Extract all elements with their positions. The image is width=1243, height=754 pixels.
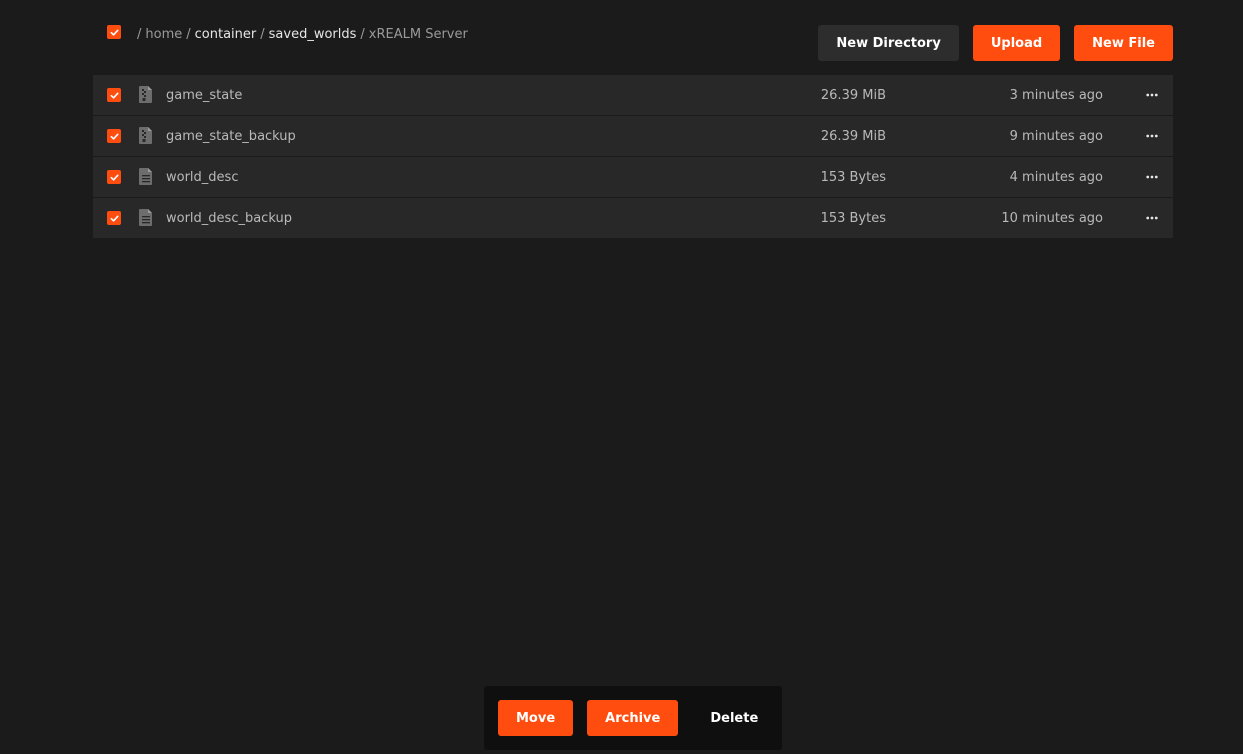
toolbar: New Directory Upload New File	[818, 25, 1173, 61]
file-name[interactable]: game_state	[166, 88, 242, 103]
row-checkbox[interactable]	[107, 170, 121, 184]
file-modified: 10 minutes ago	[1001, 210, 1103, 226]
file-name[interactable]: world_desc	[166, 170, 238, 185]
breadcrumb-separator: /	[360, 27, 365, 42]
breadcrumb-home[interactable]: home	[145, 27, 182, 42]
more-options-icon[interactable]	[1145, 88, 1159, 102]
checkbox-checked[interactable]	[107, 25, 121, 39]
breadcrumb-separator: /	[260, 27, 265, 42]
more-options-icon[interactable]	[1145, 170, 1159, 184]
file-size: 26.39 MiB	[820, 87, 886, 103]
upload-button[interactable]: Upload	[972, 25, 1061, 61]
check-icon	[110, 174, 119, 181]
breadcrumb-separator: /	[186, 27, 191, 42]
file-name[interactable]: world_desc_backup	[166, 211, 292, 226]
file-size: 26.39 MiB	[820, 128, 886, 144]
bulk-actions-bar: Move Archive Delete	[484, 686, 782, 750]
row-checkbox[interactable]	[107, 211, 121, 225]
file-row[interactable]: world_desc 153 Bytes 4 minutes ago	[93, 157, 1173, 197]
archive-button[interactable]: Archive	[587, 700, 679, 736]
file-name[interactable]: game_state_backup	[166, 129, 296, 144]
file-modified: 9 minutes ago	[1009, 128, 1103, 144]
breadcrumb-current: xREALM Server	[368, 27, 468, 42]
check-icon	[110, 29, 119, 36]
breadcrumb-saved-worlds[interactable]: saved_worlds	[269, 27, 357, 42]
more-options-icon[interactable]	[1145, 129, 1159, 143]
check-icon	[110, 133, 119, 140]
file-row[interactable]: world_desc_backup 153 Bytes 10 minutes a…	[93, 198, 1173, 238]
file-list: game_state 26.39 MiB 3 minutes ago game_…	[93, 75, 1173, 238]
breadcrumb-separator: /	[137, 27, 142, 42]
new-file-button[interactable]: New File	[1074, 25, 1173, 61]
binary-file-icon	[139, 86, 152, 103]
text-file-icon	[139, 168, 152, 185]
new-directory-button[interactable]: New Directory	[818, 25, 959, 61]
move-button[interactable]: Move	[498, 700, 574, 736]
text-file-icon	[139, 209, 152, 226]
row-checkbox[interactable]	[107, 88, 121, 102]
row-checkbox[interactable]	[107, 129, 121, 143]
file-size: 153 Bytes	[820, 169, 886, 185]
file-manager-page: / home / container / saved_worlds / xREA…	[0, 0, 1243, 754]
file-modified: 3 minutes ago	[1009, 87, 1103, 103]
delete-button[interactable]: Delete	[692, 700, 776, 736]
binary-file-icon	[139, 127, 152, 144]
breadcrumb: / home / container / saved_worlds / xREA…	[137, 27, 468, 42]
file-size: 153 Bytes	[820, 210, 886, 226]
select-all-checkbox[interactable]	[107, 25, 121, 39]
file-modified: 4 minutes ago	[1009, 169, 1103, 185]
breadcrumb-container[interactable]: container	[195, 27, 257, 42]
file-row[interactable]: game_state_backup 26.39 MiB 9 minutes ag…	[93, 116, 1173, 156]
more-options-icon[interactable]	[1145, 211, 1159, 225]
check-icon	[110, 92, 119, 99]
check-icon	[110, 215, 119, 222]
file-row[interactable]: game_state 26.39 MiB 3 minutes ago	[93, 75, 1173, 115]
